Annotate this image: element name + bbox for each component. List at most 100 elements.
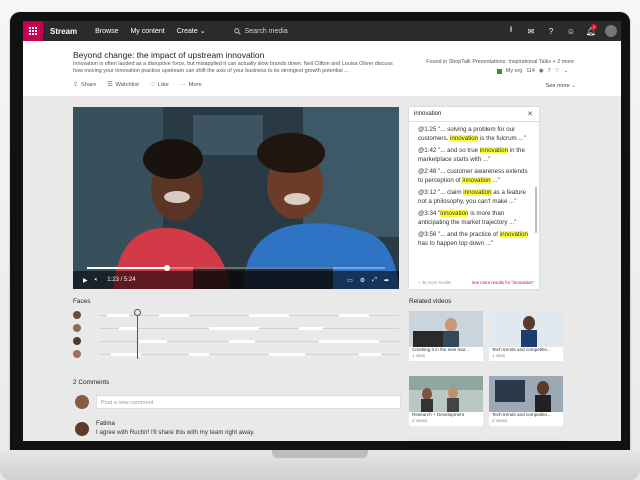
- transcript-timestamp[interactable]: @3:56: [418, 231, 436, 238]
- like-button[interactable]: ♡ Like: [150, 82, 169, 88]
- see-more-link[interactable]: See more ⌄: [545, 83, 576, 89]
- transcript-timestamp[interactable]: @3:12: [418, 189, 436, 196]
- laptop-notch: [272, 450, 368, 458]
- notifications-button[interactable]: 🔔︎ 1: [581, 21, 601, 41]
- header-actions: ⭱ ✉ ? ☺ 🔔︎ 1: [501, 21, 621, 41]
- transcript-result[interactable]: @3:34 "innovation is more than anticipat…: [409, 210, 539, 227]
- mail-icon[interactable]: ✉: [521, 21, 541, 41]
- playhead-line: [137, 311, 138, 359]
- gear-icon[interactable]: ⚙: [360, 277, 365, 284]
- related-video-card[interactable]: Tech trends and competitio... 1 view: [489, 311, 563, 361]
- help-icon[interactable]: ?: [541, 21, 561, 41]
- fullscreen-icon[interactable]: ⤢: [372, 277, 377, 284]
- share-video-icon[interactable]: ➦: [384, 277, 389, 284]
- like-label: Like: [158, 82, 169, 88]
- smiley-icon[interactable]: ☺: [561, 21, 581, 41]
- related-video-caption: Tech trends and competitio... 2 views: [489, 412, 563, 426]
- search-highlight: innovation: [449, 134, 479, 142]
- transcript-result[interactable]: @3:56 "... and the practice of innovatio…: [409, 231, 539, 248]
- more-button[interactable]: ··· More: [180, 82, 202, 88]
- face-avatar[interactable]: [73, 324, 81, 332]
- transcript-text: "... and so true: [436, 147, 480, 154]
- related-video-card[interactable]: [409, 437, 483, 441]
- face-track[interactable]: [73, 311, 403, 319]
- watchlist-button[interactable]: ☰ Watchlist: [107, 82, 139, 88]
- transcript-timestamp[interactable]: @2:48: [418, 168, 436, 175]
- transcript-text: ...": [490, 176, 500, 184]
- avatar: [605, 25, 617, 37]
- video-frame-image: [73, 107, 399, 289]
- transcript-text: has to happen top down ...": [418, 239, 494, 247]
- transcript-text: is the fulcrum ...": [478, 134, 526, 142]
- profile-button[interactable]: [601, 21, 621, 41]
- watchlist-label: Watchlist: [115, 82, 139, 88]
- nav-my-content[interactable]: My content: [130, 28, 164, 35]
- related-video-views: 2 views: [492, 418, 508, 423]
- views-count: 114: [526, 68, 535, 74]
- related-videos-heading: Related videos: [409, 298, 452, 305]
- transcript-search-input[interactable]: innovation ✕: [409, 107, 539, 122]
- transcript-result[interactable]: @1:25 "... solving a problem for our cus…: [409, 126, 539, 143]
- waffle-icon: [29, 27, 37, 35]
- related-video-card[interactable]: Crushing it in the new mar... 1 view: [409, 311, 483, 361]
- eye-icon: ◉: [538, 68, 544, 74]
- close-icon[interactable]: ✕: [527, 110, 533, 118]
- comment-author: Fatima: [96, 420, 115, 427]
- org-icon: [496, 68, 502, 74]
- transcript-result[interactable]: @1:42 "... and so true innovation in the…: [409, 147, 539, 164]
- transcript-panel: innovation ✕ @1:25 "... solving a proble…: [409, 107, 539, 289]
- upload-icon[interactable]: ⭱: [501, 21, 521, 41]
- transcript-text: "... and the practice of: [436, 231, 500, 238]
- face-avatar[interactable]: [73, 337, 81, 345]
- comments-heading: 2 Comments: [73, 379, 110, 386]
- collapse-icon[interactable]: ⌄: [563, 68, 568, 74]
- related-video-caption: Research + Development 2 views: [409, 412, 483, 426]
- volume-icon[interactable]: 🔈︎: [95, 277, 99, 284]
- face-avatar[interactable]: [73, 311, 81, 319]
- face-avatar[interactable]: [73, 350, 81, 358]
- related-video-card[interactable]: Research + Development 2 views: [409, 376, 483, 426]
- transcript-timestamp[interactable]: @3:34: [418, 210, 436, 217]
- share-button[interactable]: ⇪ Share: [73, 82, 96, 88]
- related-video-card[interactable]: [489, 437, 563, 441]
- video-thumbnail: [489, 311, 563, 347]
- transcript-result[interactable]: @2:48 "... customer awareness extends to…: [409, 168, 539, 185]
- nav-browse[interactable]: Browse: [95, 28, 118, 35]
- captions-icon[interactable]: ▭: [347, 277, 353, 284]
- video-progress-bar[interactable]: [87, 265, 385, 271]
- transcript-text: "... claim: [436, 189, 464, 196]
- search-highlight: innovation: [479, 147, 509, 154]
- avatar: [75, 395, 89, 409]
- related-video-card[interactable]: Tech trends and competitio... 2 views: [489, 376, 563, 426]
- share-icon: ⇪: [73, 82, 78, 88]
- face-track[interactable]: [73, 324, 403, 332]
- face-track[interactable]: [73, 337, 403, 345]
- transcript-result[interactable]: @3:12 "... claim innovation as a feature…: [409, 189, 539, 206]
- video-player[interactable]: ▶ 🔈︎ 1:23 / 5:24 ▭ ⚙ ⤢ ➦: [73, 107, 399, 289]
- transcript-timestamp[interactable]: @1:42: [418, 147, 436, 154]
- face-timeline: [99, 327, 399, 330]
- transcript-scrollbar[interactable]: [535, 187, 537, 233]
- search-box[interactable]: Search media: [233, 27, 288, 35]
- search-icon: [233, 27, 241, 35]
- face-track[interactable]: [73, 350, 403, 358]
- ellipsis-icon: ···: [179, 82, 186, 88]
- app-brand[interactable]: Stream: [50, 27, 77, 36]
- likes-count: 7: [547, 68, 551, 74]
- transcript-timestamp[interactable]: @1:25: [418, 126, 436, 133]
- video-actions: ⇪ Share ☰ Watchlist ♡ Like ··· More: [73, 82, 202, 88]
- chevron-down-icon: ⌄: [199, 28, 206, 35]
- playhead-handle[interactable]: [134, 309, 141, 316]
- see-more-results-link[interactable]: See more results for "innovation": [471, 280, 534, 285]
- search-input[interactable]: Search media: [245, 28, 288, 35]
- found-in-groups[interactable]: Found in ShopTalk Presentations: Inspira…: [426, 59, 574, 65]
- comment-input[interactable]: Post a new comment: [96, 395, 401, 409]
- watchlist-icon: ☰: [107, 82, 113, 88]
- video-thumbnail: [409, 376, 483, 412]
- nav-create[interactable]: Create ⌄: [177, 27, 206, 35]
- play-icon[interactable]: ▶: [83, 277, 88, 284]
- app-launcher-button[interactable]: [23, 21, 43, 41]
- notification-badge: 1: [591, 24, 597, 30]
- video-description: Innovation is often lauded as a disrupti…: [73, 61, 393, 74]
- transcript-query[interactable]: innovation: [414, 111, 441, 117]
